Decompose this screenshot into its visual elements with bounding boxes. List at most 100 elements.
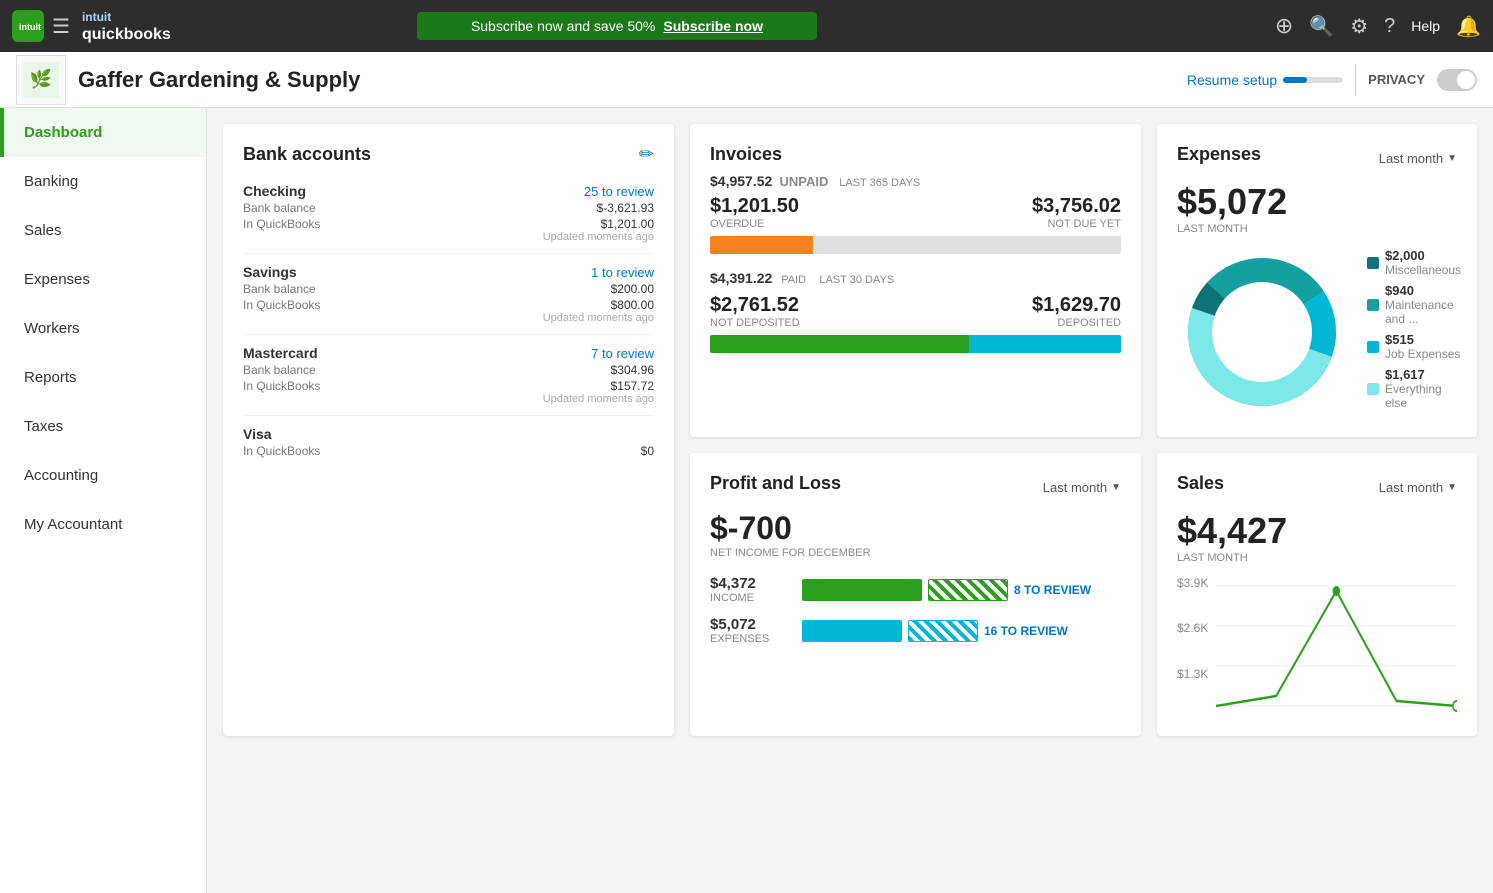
intuit-logo-icon: intuit — [12, 10, 44, 42]
sales-y-label-mid: $2.6K — [1177, 621, 1208, 635]
legend-maintenance-label: Maintenance and ... — [1385, 298, 1461, 326]
invoices-deposited-bar — [969, 335, 1121, 353]
invoices-notdue-amount: $3,756.02 — [1032, 195, 1121, 218]
sidebar-label-expenses: Expenses — [24, 271, 90, 288]
main-content: Invoices $4,957.52 UNPAID LAST 365 DAYS … — [207, 108, 1493, 893]
invoices-paid-period: LAST 30 DAYS — [819, 274, 894, 286]
pnl-expenses-row: $5,072 EXPENSES 16 TO REVIEW — [710, 616, 1121, 645]
pnl-period-label: Last month — [1043, 480, 1107, 495]
expenses-donut-chart — [1177, 247, 1347, 417]
sidebar-item-expenses[interactable]: Expenses — [0, 255, 206, 304]
sidebar-label-workers: Workers — [24, 320, 80, 337]
expenses-card-header: Expenses Last month ▼ — [1177, 144, 1457, 173]
promo-banner: Subscribe now and save 50% Subscribe now — [417, 12, 817, 40]
invoices-deposited-row: $2,761.52 NOT DEPOSITED $1,629.70 DEPOSI… — [710, 294, 1121, 329]
bank-edit-icon[interactable]: ✏ — [639, 144, 654, 165]
savings-review-link[interactable]: 1 to review — [591, 265, 654, 280]
header-divider — [1355, 65, 1356, 95]
invoices-title: Invoices — [710, 144, 1121, 165]
visa-qb-balance-row: In QuickBooks $0 — [243, 444, 654, 458]
expenses-period-sub: LAST MONTH — [1177, 223, 1457, 235]
invoices-notdue-bar — [813, 236, 1121, 254]
legend-job: $515 Job Expenses — [1367, 332, 1461, 361]
sales-period-arrow: ▼ — [1447, 482, 1457, 493]
sidebar-item-dashboard[interactable]: Dashboard — [0, 108, 206, 157]
mastercard-review-link[interactable]: 7 to review — [591, 346, 654, 361]
sales-card-header: Sales Last month ▼ — [1177, 473, 1457, 502]
sidebar-item-my-accountant[interactable]: My Accountant — [0, 500, 206, 549]
bell-icon[interactable]: 🔔 — [1456, 14, 1481, 39]
legend-misc-label: Miscellaneous — [1385, 263, 1461, 277]
legend-misc: $2,000 Miscellaneous — [1367, 248, 1461, 277]
pnl-expenses-solid-bar — [802, 620, 902, 642]
sidebar-label-dashboard: Dashboard — [24, 124, 102, 141]
company-logo: 🌿 — [16, 55, 66, 105]
invoices-paid-label: PAID — [781, 274, 806, 286]
checking-updated: Updated moments ago — [243, 231, 654, 243]
bank-account-savings: Savings 1 to review Bank balance $200.00… — [243, 254, 654, 335]
bank-accounts-card: Bank accounts ✏ Checking 25 to review Ba… — [223, 124, 674, 736]
sales-period-sub: LAST MONTH — [1177, 552, 1457, 564]
hamburger-icon[interactable]: ☰ — [52, 14, 70, 39]
bank-account-visa: Visa In QuickBooks $0 — [243, 416, 654, 468]
header-right: Resume setup PRIVACY — [1187, 65, 1477, 95]
pnl-income-review-link[interactable]: 8 TO REVIEW — [1014, 583, 1091, 597]
profit-loss-card: Profit and Loss Last month ▼ $-700 NET I… — [690, 453, 1141, 736]
sidebar-label-reports: Reports — [24, 369, 77, 386]
settings-icon[interactable]: ⚙ — [1350, 14, 1368, 39]
legend-maintenance: $940 Maintenance and ... — [1367, 283, 1461, 326]
invoices-notdeposited-label: NOT DEPOSITED — [710, 317, 800, 329]
checking-review-link[interactable]: 25 to review — [584, 184, 654, 199]
legend-else-amount: $1,617 — [1385, 367, 1461, 382]
mastercard-bank-balance-row: Bank balance $304.96 — [243, 363, 654, 377]
sidebar-item-sales[interactable]: Sales — [0, 206, 206, 255]
visa-name: Visa — [243, 426, 272, 442]
pnl-income-bar-wrapper: 8 TO REVIEW — [802, 579, 1121, 601]
pnl-expenses-col: $5,072 EXPENSES — [710, 616, 790, 645]
pnl-income-col: $4,372 INCOME — [710, 575, 790, 604]
bank-account-checking: Checking 25 to review Bank balance $-3,6… — [243, 173, 654, 254]
sales-period-label: Last month — [1379, 480, 1443, 495]
pnl-card-header: Profit and Loss Last month ▼ — [710, 473, 1121, 502]
legend-dot-maintenance — [1367, 299, 1379, 311]
sidebar: Dashboard Banking Sales Expenses Workers… — [0, 108, 207, 893]
company-header: 🌿 Gaffer Gardening & Supply Resume setup… — [0, 52, 1493, 108]
sales-y-label-low: $1.3K — [1177, 667, 1208, 681]
sidebar-label-my-accountant: My Accountant — [24, 516, 122, 533]
search-icon[interactable]: 🔍 — [1309, 14, 1334, 39]
pnl-expenses-bar-col: 16 TO REVIEW — [802, 620, 1121, 642]
help-label[interactable]: Help — [1411, 18, 1440, 34]
privacy-label: PRIVACY — [1368, 72, 1425, 87]
legend-misc-amount: $2,000 — [1385, 248, 1461, 263]
sidebar-item-banking[interactable]: Banking — [0, 157, 206, 206]
pnl-income-label: INCOME — [710, 592, 790, 604]
sidebar-item-workers[interactable]: Workers — [0, 304, 206, 353]
pnl-title: Profit and Loss — [710, 473, 841, 494]
pnl-expenses-label: EXPENSES — [710, 633, 790, 645]
privacy-toggle[interactable] — [1437, 69, 1477, 91]
expenses-period-selector[interactable]: Last month ▼ — [1379, 151, 1457, 166]
pnl-expenses-review-link[interactable]: 16 TO REVIEW — [984, 624, 1068, 638]
invoices-unpaid-period: LAST 365 DAYS — [839, 177, 920, 189]
sidebar-label-accounting: Accounting — [24, 467, 98, 484]
pnl-expenses-bar-wrapper: 16 TO REVIEW — [802, 620, 1121, 642]
plus-icon[interactable]: ⊕ — [1275, 13, 1293, 39]
help-icon[interactable]: ? — [1384, 15, 1395, 38]
sidebar-item-accounting[interactable]: Accounting — [0, 451, 206, 500]
bank-accounts-header: Bank accounts ✏ — [243, 144, 654, 165]
sidebar-label-sales: Sales — [24, 222, 62, 239]
invoices-overdue-label: OVERDUE — [710, 218, 799, 230]
invoices-card: Invoices $4,957.52 UNPAID LAST 365 DAYS … — [690, 124, 1141, 437]
resume-setup-link[interactable]: Resume setup — [1187, 72, 1343, 88]
legend-else-label: Everything else — [1385, 382, 1461, 410]
sidebar-item-taxes[interactable]: Taxes — [0, 402, 206, 451]
sales-chart-area: $3.9K $2.6K $1.3K — [1177, 576, 1457, 716]
sidebar-item-reports[interactable]: Reports — [0, 353, 206, 402]
sidebar-label-banking: Banking — [24, 173, 78, 190]
checking-name: Checking — [243, 183, 306, 199]
pnl-period-selector[interactable]: Last month ▼ — [1043, 480, 1121, 495]
sales-period-selector[interactable]: Last month ▼ — [1379, 480, 1457, 495]
subscribe-link[interactable]: Subscribe now — [663, 18, 763, 34]
savings-qb-balance-row: In QuickBooks $800.00 — [243, 298, 654, 312]
sales-card: Sales Last month ▼ $4,427 LAST MONTH $3.… — [1157, 453, 1477, 736]
